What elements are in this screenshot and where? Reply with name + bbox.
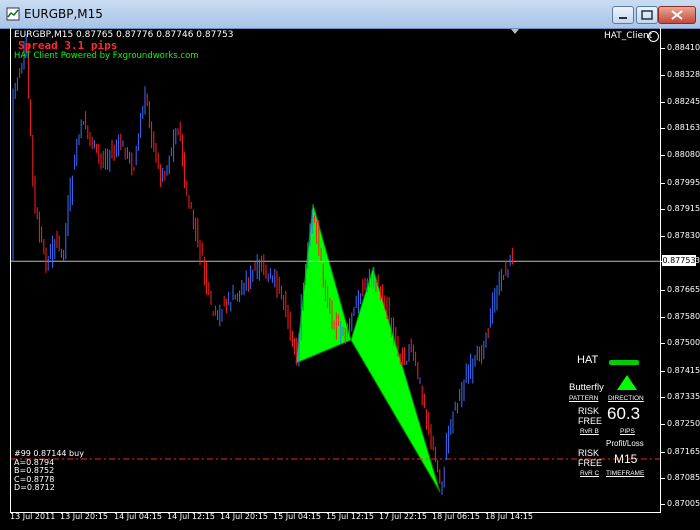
minimize-button[interactable] xyxy=(612,6,634,24)
price-axis: 0.88410 0.88328 0.88245 0.88163 0.88080 0.879… xyxy=(661,28,700,512)
price-tick xyxy=(661,424,665,426)
price-tick xyxy=(661,236,665,238)
window-title: EURGBP,M15 xyxy=(24,7,103,21)
pattern-value: Butterfly xyxy=(569,382,604,393)
price-tick-label: 0.87250 xyxy=(667,419,700,429)
smiley-icon[interactable] xyxy=(648,31,659,42)
time-tick-label: 18 Jul 14:15 xyxy=(485,512,533,521)
direction-up-icon xyxy=(617,375,637,390)
time-tick-label: 14 Jul 20:15 xyxy=(220,512,268,521)
price-tick-label: 0.88080 xyxy=(667,150,700,160)
price-tick-label: 0.87165 xyxy=(667,447,700,457)
price-tick-label: 0.87005 xyxy=(667,499,700,508)
price-tick xyxy=(661,452,665,454)
time-axis: 13 Jul 2011 13 Jul 20:15 14 Jul 04:15 14 Ju… xyxy=(10,512,660,530)
rvr-c-link[interactable]: RvR C xyxy=(580,470,599,477)
price-tick xyxy=(661,370,665,372)
maximize-button[interactable] xyxy=(636,6,658,24)
close-icon xyxy=(671,10,683,20)
chart-window: EURGBP,M15 EURGBP,M15 0.87765 0.87776 0.… xyxy=(0,0,700,530)
price-tick xyxy=(661,182,665,184)
price-tick xyxy=(661,48,665,49)
time-tick-label: 14 Jul 12:15 xyxy=(167,512,215,521)
pips-value: 60.3 xyxy=(607,404,641,423)
profit-loss-label: Profit/Loss xyxy=(606,439,644,448)
risk-label-1: RISK xyxy=(578,406,600,416)
risk-label-2: RISK xyxy=(578,448,600,458)
pattern-link[interactable]: PATTERN xyxy=(569,395,598,402)
price-tick-label: 0.88328 xyxy=(667,69,700,79)
price-tick xyxy=(661,478,665,480)
price-tick-label: 0.88163 xyxy=(667,123,700,133)
free-label-1: FREE xyxy=(578,416,603,426)
pips-link[interactable]: PIPS xyxy=(620,428,635,435)
point-d: D=0.8712 xyxy=(14,483,55,492)
price-tick-label: 0.88245 xyxy=(667,96,700,106)
price-tick xyxy=(661,208,665,210)
rvr-b-link[interactable]: RvR B xyxy=(580,428,599,435)
maximize-icon xyxy=(641,10,653,20)
time-tick-label: 18 Jul 06:15 xyxy=(432,512,480,521)
price-tick xyxy=(661,289,665,291)
price-tick-label: 0.87995 xyxy=(667,177,700,187)
hat-panel-title: HAT xyxy=(577,354,599,366)
price-tick xyxy=(661,343,665,345)
free-label-2: FREE xyxy=(578,458,603,468)
timeframe-link[interactable]: TIMEFRAME xyxy=(606,470,644,477)
shift-marker-icon[interactable] xyxy=(511,29,519,35)
current-price-label: 0.87753 xyxy=(662,255,696,266)
price-tick-label: 0.87830 xyxy=(667,231,700,241)
price-tick xyxy=(661,317,665,319)
price-tick-label: 0.87415 xyxy=(667,365,700,375)
price-tick xyxy=(661,101,665,103)
time-tick-label: 14 Jul 04:15 xyxy=(114,512,162,521)
price-tick xyxy=(661,155,665,157)
time-tick-label: 13 Jul 20:15 xyxy=(60,512,108,521)
price-tick xyxy=(661,396,665,398)
time-tick-label: 17 Jul 22:15 xyxy=(379,512,427,521)
chart-area[interactable] xyxy=(10,28,661,513)
price-tick xyxy=(661,504,665,505)
price-tick-label: 0.87915 xyxy=(667,203,700,213)
time-tick-label: 15 Jul 04:15 xyxy=(273,512,321,521)
title-bar[interactable]: EURGBP,M15 xyxy=(0,0,700,29)
close-button[interactable] xyxy=(658,6,696,24)
trade-info: #99 0.87144 buy A=0.8794 B=0.8752 C=0.87… xyxy=(14,449,84,493)
time-tick-label: 15 Jul 12:15 xyxy=(326,512,374,521)
pattern-triangle-bcd xyxy=(350,266,441,493)
price-tick-label: 0.87665 xyxy=(667,284,700,294)
direction-link[interactable]: DIRECTION xyxy=(608,395,644,402)
price-tick-label: 0.87500 xyxy=(667,338,700,348)
chart-window-icon xyxy=(6,7,20,21)
time-tick-label: 13 Jul 2011 xyxy=(10,512,56,521)
hat-status-bar xyxy=(609,360,639,365)
price-tick xyxy=(661,128,665,130)
price-tick-label: 0.87580 xyxy=(667,312,700,322)
indicator-name: HAT_Client xyxy=(604,31,653,41)
price-tick-label: 0.87335 xyxy=(667,391,700,401)
price-tick-label: 0.87085 xyxy=(667,473,700,483)
timeframe-value: M15 xyxy=(614,452,638,466)
powered-by-text: HAT Client Powered by Fxgroundworks.com xyxy=(14,51,199,61)
price-tick xyxy=(661,74,665,76)
price-tick-label: 0.88410 xyxy=(667,43,700,52)
minimize-icon xyxy=(619,17,627,19)
price-chart[interactable] xyxy=(11,28,660,512)
